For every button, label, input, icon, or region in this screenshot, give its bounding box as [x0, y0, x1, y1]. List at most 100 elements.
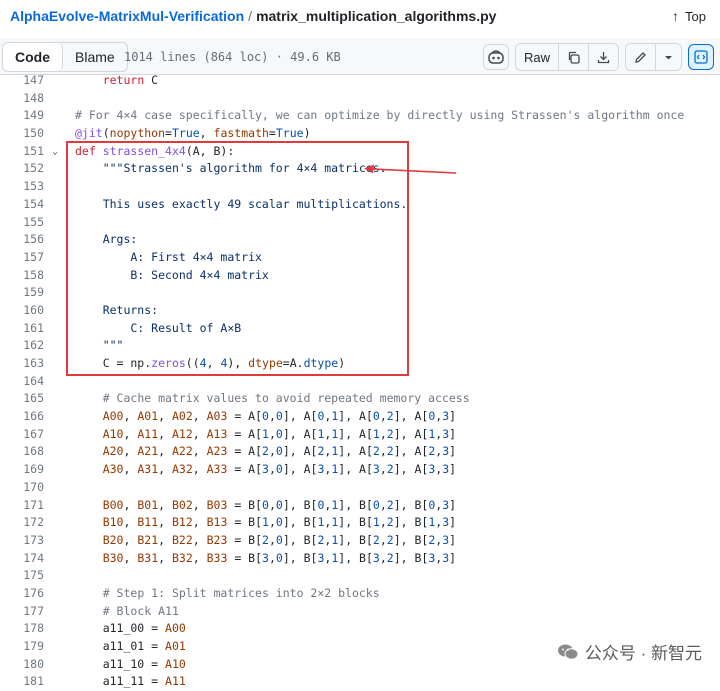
code-text: B30, B31, B32, B33 = B[3,0], B[3,1], B[3… [102, 550, 457, 565]
line-number[interactable]: 170 [0, 479, 44, 497]
line-number[interactable]: 181 [0, 673, 44, 691]
code-line: 154 This uses exactly 49 scalar multipli… [0, 196, 720, 214]
line-number[interactable]: 171 [0, 497, 44, 515]
copilot-button[interactable] [482, 44, 509, 70]
line-number[interactable]: 161 [0, 320, 44, 338]
line-number[interactable]: 168 [0, 443, 44, 461]
blame-tab[interactable]: Blame [63, 43, 127, 71]
raw-button[interactable]: Raw [515, 44, 559, 70]
line-number[interactable]: 164 [0, 373, 44, 391]
code-text: # For 4×4 case specifically, we can opti… [75, 108, 685, 123]
code-text: A10, A11, A12, A13 = A[1,0], A[1,1], A[1… [102, 426, 457, 441]
line-number[interactable]: 158 [0, 267, 44, 285]
line-number[interactable]: 157 [0, 249, 44, 267]
code-text: a11_00 = A00 [75, 621, 186, 636]
line-number[interactable]: 174 [0, 550, 44, 568]
code-line: 175 [0, 567, 720, 585]
code-line: 158 B: Second 4×4 matrix [0, 267, 720, 285]
code-text: return C [102, 73, 159, 87]
line-number[interactable]: 149 [0, 107, 44, 125]
code-line: 151 ⌄ def strassen_4x4(A, B): [0, 143, 720, 161]
arrow-up-icon: ↑ [672, 8, 680, 24]
code-line: 149 # For 4×4 case specifically, we can o… [0, 107, 720, 125]
code-text: Args: [75, 232, 138, 247]
line-number[interactable]: 166 [0, 408, 44, 426]
line-number[interactable]: 173 [0, 532, 44, 550]
code-text: a11_10 = A10 [75, 656, 186, 671]
line-number[interactable]: 155 [0, 214, 44, 232]
breadcrumb-repo-link[interactable]: AlphaEvolve-MatrixMul-Verification [10, 8, 244, 24]
code-text: C: Result of A×B [75, 320, 242, 335]
code-line: 165 # Cache matrix values to avoid repea… [0, 390, 720, 408]
code-text: # Cache matrix values to avoid repeated … [102, 391, 470, 406]
code-text: A30, A31, A32, A33 = A[3,0], A[3,1], A[3… [102, 462, 457, 477]
code-line: 170 [0, 479, 720, 497]
download-icon [597, 51, 610, 63]
code-line: 164 [0, 373, 720, 391]
code-line: 153 [0, 178, 720, 196]
line-number[interactable]: 172 [0, 514, 44, 532]
code-line: 150 @jit(nopython=True, fastmath=True) [0, 125, 720, 143]
code-text: Returns: [75, 302, 159, 317]
line-number[interactable]: 169 [0, 461, 44, 479]
line-number[interactable]: 156 [0, 231, 44, 249]
code-line: 163 C = np.zeros((4, 4), dtype=A.dtype) [0, 355, 720, 373]
line-number[interactable]: 180 [0, 656, 44, 674]
line-number[interactable]: 153 [0, 178, 44, 196]
line-number[interactable]: 175 [0, 567, 44, 585]
code-line: 156 Args: [0, 231, 720, 249]
code-text: B00, B01, B02, B03 = B[0,0], B[0,1], B[0… [102, 497, 457, 512]
code-line: 178 a11_00 = A00 [0, 620, 720, 638]
code-line: 181 a11_11 = A11 [0, 673, 720, 691]
top-label: Top [685, 8, 706, 24]
toolbar-actions: Raw [482, 43, 714, 71]
code-text: C = np.zeros((4, 4), dtype=A.dtype) [75, 356, 346, 370]
breadcrumb-file-name: matrix_multiplication_algorithms.py [256, 8, 497, 24]
line-number[interactable]: 150 [0, 125, 44, 143]
code-line: 148 [0, 90, 720, 108]
code-line: 162 """ [0, 337, 720, 355]
line-number[interactable]: 178 [0, 620, 44, 638]
edit-button[interactable] [626, 44, 656, 70]
line-number[interactable]: 148 [0, 90, 44, 108]
code-text: a11_11 = A11 [75, 674, 186, 689]
code-line: 171 B00, B01, B02, B03 = B[0,0], B[0,1],… [0, 497, 720, 515]
code-text: A: First 4×4 matrix [75, 249, 262, 264]
edit-dropdown-button[interactable] [656, 44, 681, 70]
line-number[interactable]: 154 [0, 196, 44, 214]
line-number[interactable]: 163 [0, 355, 44, 373]
line-number[interactable]: 147 [0, 72, 44, 90]
line-number[interactable]: 152 [0, 160, 44, 178]
line-number[interactable]: 151 [0, 143, 44, 161]
symbols-panel-button[interactable] [688, 44, 714, 70]
top-button[interactable]: ↑ Top [672, 8, 706, 24]
code-line: 169 A30, A31, A32, A33 = A[3,0], A[3,1],… [0, 461, 720, 479]
line-number[interactable]: 162 [0, 337, 44, 355]
code-text: B10, B11, B12, B13 = B[1,0], B[1,1], B[1… [102, 515, 457, 530]
edit-actions-group [625, 43, 682, 71]
code-line: 152 """Strassen's algorithm for 4×4 matr… [0, 160, 720, 178]
wechat-icon [557, 644, 579, 660]
code-text: # Block A11 [102, 603, 179, 618]
line-number[interactable]: 160 [0, 302, 44, 320]
line-number[interactable]: 159 [0, 284, 44, 302]
code-line: 161 C: Result of A×B [0, 320, 720, 338]
code-line: 147 return C [0, 72, 720, 90]
fold-chevron-icon[interactable]: ⌄ [52, 143, 62, 161]
caret-down-icon [665, 55, 672, 59]
code-line: 166 A00, A01, A02, A03 = A[0,0], A[0,1],… [0, 408, 720, 426]
code-text: B20, B21, B22, B23 = B[2,0], B[2,1], B[2… [102, 532, 457, 547]
code-tab[interactable]: Code [3, 43, 63, 71]
line-number[interactable]: 165 [0, 390, 44, 408]
line-number[interactable]: 177 [0, 603, 44, 621]
code-text: This uses exactly 49 scalar multiplicati… [75, 196, 408, 211]
line-number[interactable]: 176 [0, 585, 44, 603]
line-number[interactable]: 167 [0, 426, 44, 444]
breadcrumb: AlphaEvolve-MatrixMul-Verification / matri… [10, 8, 496, 24]
copy-button[interactable] [559, 44, 589, 70]
code-line: 168 A20, A21, A22, A23 = A[2,0], A[2,1],… [0, 443, 720, 461]
view-switcher: Code Blame [2, 42, 128, 72]
line-number[interactable]: 179 [0, 638, 44, 656]
download-button[interactable] [589, 44, 618, 70]
watermark: 公众号 · 新智元 [557, 639, 702, 664]
